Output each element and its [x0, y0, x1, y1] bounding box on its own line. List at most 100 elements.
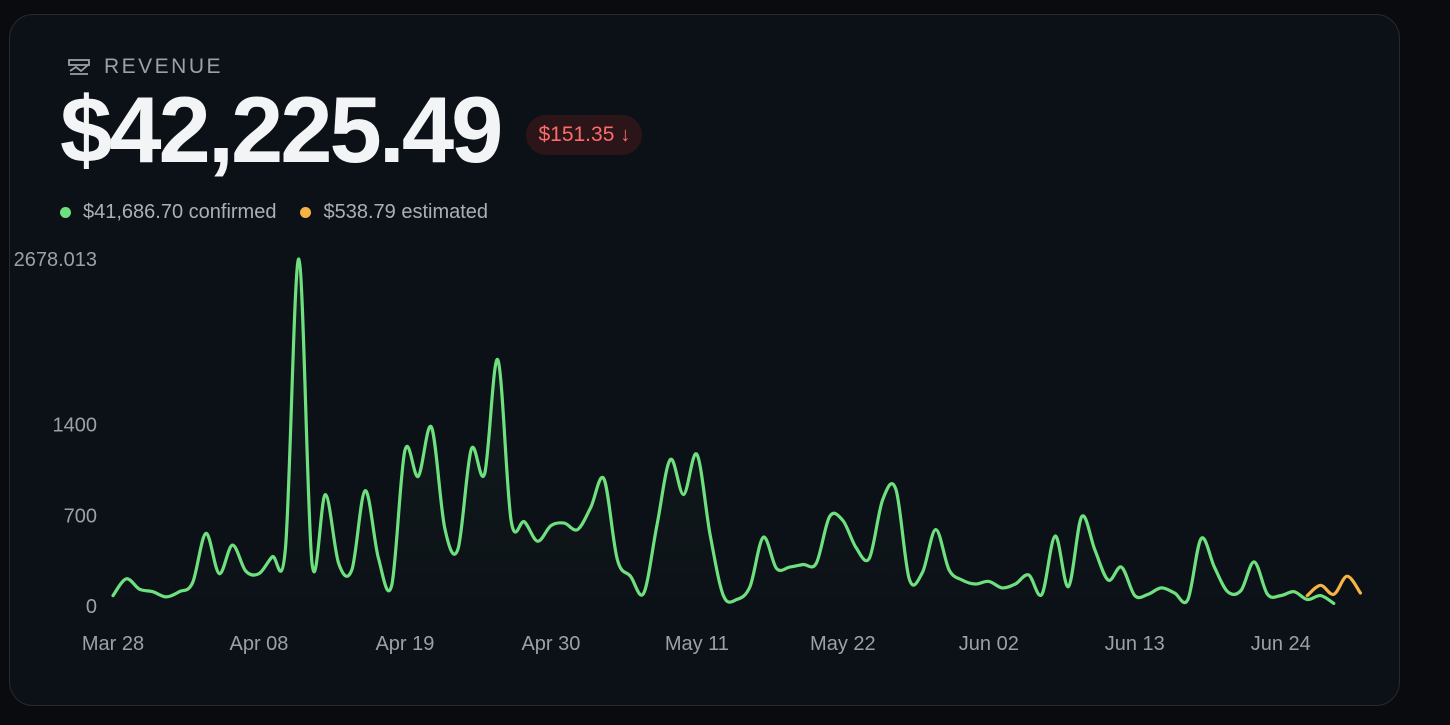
confirmed-data-point — [629, 575, 631, 577]
confirmed-data-point — [284, 546, 286, 548]
confirmed-data-point — [231, 544, 233, 546]
confirmed-data-point — [1200, 537, 1202, 539]
confirmed-data-point — [948, 569, 950, 571]
estimated-data-point — [1359, 592, 1361, 594]
confirmed-data-point — [749, 585, 751, 587]
confirmed-data-point — [417, 475, 419, 477]
confirmed-data-point — [324, 493, 326, 495]
confirmed-data-point — [802, 563, 804, 565]
confirmed-data-point — [855, 546, 857, 548]
confirmed-data-point — [377, 557, 379, 559]
confirmed-data-point — [1253, 561, 1255, 563]
confirmed-data-point — [643, 592, 645, 594]
confirmed-data-point — [1333, 602, 1335, 604]
confirmed-data-point — [722, 594, 724, 596]
confirmed-data-point — [961, 579, 963, 581]
confirmed-data-point — [125, 578, 127, 580]
confirmed-data-point — [178, 591, 180, 593]
confirmed-data-point — [271, 556, 273, 558]
confirmed-data-point — [457, 548, 459, 550]
confirmed-data-point — [390, 584, 392, 586]
confirmed-data-point — [1120, 566, 1122, 568]
confirmed-data-point — [1107, 579, 1109, 581]
confirmed-data-point — [1187, 598, 1189, 600]
confirmed-data-point — [483, 473, 485, 475]
estimated-data-point — [1333, 593, 1335, 595]
x-tick-label: Mar 28 — [82, 633, 144, 655]
confirmed-data-point — [656, 523, 658, 525]
confirmed-data-point — [935, 528, 937, 530]
confirmed-data-point — [590, 506, 592, 508]
confirmed-data-point — [1293, 591, 1295, 593]
x-tick-label: May 11 — [665, 633, 729, 655]
confirmed-data-point — [576, 528, 578, 530]
confirmed-data-point — [563, 522, 565, 524]
confirmed-data-point — [1160, 587, 1162, 589]
confirmed-data-point — [218, 572, 220, 574]
confirmed-data-point — [337, 562, 339, 564]
confirmed-data-point — [1027, 574, 1029, 576]
estimated-data-point — [1306, 594, 1308, 596]
confirmed-data-point — [1240, 589, 1242, 591]
confirmed-data-point — [696, 453, 698, 455]
confirmed-data-point — [908, 578, 910, 580]
y-tick-label: 0 — [86, 596, 97, 618]
confirmed-data-point — [1306, 598, 1308, 600]
x-tick-label: Jun 02 — [959, 633, 1019, 655]
confirmed-data-point — [245, 570, 247, 572]
confirmed-data-point — [191, 581, 193, 583]
confirmed-data-point — [152, 591, 154, 593]
confirmed-data-point — [1067, 585, 1069, 587]
confirmed-data-point — [550, 524, 552, 526]
confirmed-data-point — [789, 566, 791, 568]
confirmed-data-point — [1280, 594, 1282, 596]
confirmed-data-point — [444, 527, 446, 529]
confirmed-data-point — [1266, 593, 1268, 595]
confirmed-data-point — [1134, 594, 1136, 596]
confirmed-data-point — [510, 519, 512, 521]
confirmed-data-point — [842, 519, 844, 521]
confirmed-data-point — [828, 515, 830, 517]
confirmed-data-point — [881, 499, 883, 501]
confirmed-data-point — [1001, 587, 1003, 589]
y-tick-label: 1400 — [53, 415, 98, 437]
confirmed-data-point — [1014, 583, 1016, 585]
confirmed-data-point — [1319, 594, 1321, 596]
confirmed-data-point — [895, 488, 897, 490]
revenue-chart: 0 700 1400 2678.013 Mar 28 Apr 08 Apr 19 Apr 3… — [14, 249, 1362, 655]
confirmed-data-point — [311, 562, 313, 564]
confirmed-data-point — [775, 567, 777, 569]
y-axis: 0 700 1400 2678.013 — [14, 249, 97, 618]
confirmed-data-point — [1226, 591, 1228, 593]
confirmed-data-point — [165, 596, 167, 598]
confirmed-data-point — [988, 580, 990, 582]
confirmed-data-point — [1054, 535, 1056, 537]
plot-area — [111, 257, 1362, 606]
estimated-series-line — [1305, 574, 1362, 598]
confirmed-data-point — [351, 569, 353, 571]
x-tick-label: Jun 24 — [1251, 633, 1311, 655]
x-tick-label: Jun 13 — [1105, 633, 1165, 655]
confirmed-data-point — [868, 557, 870, 559]
confirmed-data-point — [536, 540, 538, 542]
confirmed-data-point — [974, 583, 976, 585]
confirmed-data-point — [1081, 515, 1083, 517]
confirmed-data-point — [709, 534, 711, 536]
y-tick-label: 2678.013 — [14, 249, 97, 271]
y-tick-label: 700 — [64, 505, 97, 527]
confirmed-data-point — [258, 572, 260, 574]
confirmed-data-point — [298, 258, 300, 260]
confirmed-data-point — [1173, 592, 1175, 594]
estimated-data-point — [1319, 584, 1321, 586]
confirmed-data-point — [138, 588, 140, 590]
confirmed-data-point — [1041, 593, 1043, 595]
confirmed-data-point — [497, 359, 499, 361]
x-tick-label: Apr 08 — [230, 633, 289, 655]
confirmed-data-point — [682, 493, 684, 495]
confirmed-data-point — [1147, 593, 1149, 595]
x-tick-label: Apr 30 — [521, 633, 580, 655]
confirmed-data-point — [616, 558, 618, 560]
confirmed-data-point — [815, 562, 817, 564]
confirmed-data-point — [523, 521, 525, 523]
confirmed-data-point — [669, 458, 671, 460]
